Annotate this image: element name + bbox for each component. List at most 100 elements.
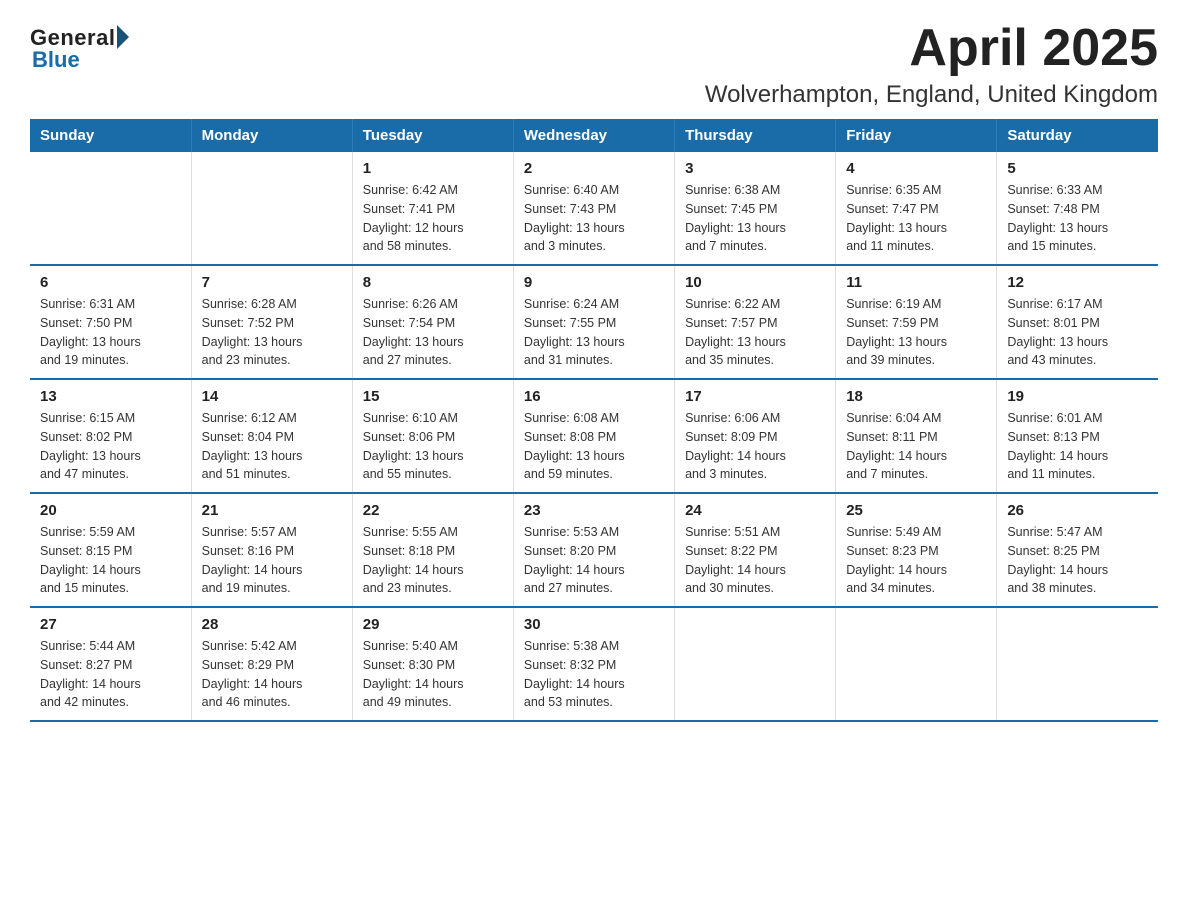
page-header: General Blue April 2025 Wolverhampton, E… — [30, 20, 1158, 109]
day-info: Sunrise: 6:42 AMSunset: 7:41 PMDaylight:… — [363, 181, 503, 256]
day-info: Sunrise: 5:40 AMSunset: 8:30 PMDaylight:… — [363, 637, 503, 712]
day-number: 8 — [363, 274, 503, 291]
day-info: Sunrise: 6:26 AMSunset: 7:54 PMDaylight:… — [363, 295, 503, 370]
calendar-day-cell: 26 Sunrise: 5:47 AMSunset: 8:25 PMDayligh… — [997, 493, 1158, 607]
calendar-day-cell — [997, 607, 1158, 721]
day-info: Sunrise: 5:53 AMSunset: 8:20 PMDaylight:… — [524, 523, 664, 598]
day-number: 28 — [202, 616, 342, 633]
page-title: April 2025 — [705, 20, 1158, 77]
calendar-week-row: 20Sunrise: 5:59 AMSunset: 8:15 PMDayligh… — [30, 493, 1158, 607]
calendar-day-cell: 7 Sunrise: 6:28 AMSunset: 7:52 PMDaylight… — [191, 265, 352, 379]
header-day-friday: Friday — [836, 119, 997, 152]
day-number: 25 — [846, 502, 986, 519]
header-day-tuesday: Tuesday — [352, 119, 513, 152]
logo: General Blue — [30, 20, 129, 73]
calendar-day-cell: 6 Sunrise: 6:31 AMSunset: 7:50 PMDaylight… — [30, 265, 191, 379]
day-info: Sunrise: 5:55 AMSunset: 8:18 PMDaylight:… — [363, 523, 503, 598]
day-info: Sunrise: 5:44 AMSunset: 8:27 PMDaylight:… — [40, 637, 181, 712]
title-block: April 2025 Wolverhampton, England, Unite… — [705, 20, 1158, 109]
day-info: Sunrise: 6:10 AMSunset: 8:06 PMDaylight:… — [363, 409, 503, 484]
calendar-day-cell: 10 Sunrise: 6:22 AMSunset: 7:57 PMDayligh… — [675, 265, 836, 379]
calendar-day-cell: 29 Sunrise: 5:40 AMSunset: 8:30 PMDayligh… — [352, 607, 513, 721]
calendar-day-cell: 3 Sunrise: 6:38 AMSunset: 7:45 PMDaylight… — [675, 152, 836, 265]
day-number: 5 — [1007, 160, 1148, 177]
day-info: Sunrise: 6:06 AMSunset: 8:09 PMDaylight:… — [685, 409, 825, 484]
day-number: 27 — [40, 616, 181, 633]
calendar-day-cell — [30, 152, 191, 265]
day-number: 16 — [524, 388, 664, 405]
calendar-day-cell — [675, 607, 836, 721]
logo-blue-text: Blue — [32, 47, 80, 73]
calendar-week-row: 27 Sunrise: 5:44 AMSunset: 8:27 PMDayligh… — [30, 607, 1158, 721]
day-info: Sunrise: 6:08 AMSunset: 8:08 PMDaylight:… — [524, 409, 664, 484]
day-info: Sunrise: 5:57 AMSunset: 8:16 PMDaylight:… — [202, 523, 342, 598]
day-info: Sunrise: 6:01 AMSunset: 8:13 PMDaylight:… — [1007, 409, 1148, 484]
day-number: 29 — [363, 616, 503, 633]
day-number: 18 — [846, 388, 986, 405]
day-number: 1 — [363, 160, 503, 177]
day-number: 4 — [846, 160, 986, 177]
calendar-day-cell: 24 Sunrise: 5:51 AMSunset: 8:22 PMDayligh… — [675, 493, 836, 607]
calendar-table: SundayMondayTuesdayWednesdayThursdayFrid… — [30, 119, 1158, 722]
day-info: Sunrise: 6:22 AMSunset: 7:57 PMDaylight:… — [685, 295, 825, 370]
calendar-day-cell: 8 Sunrise: 6:26 AMSunset: 7:54 PMDaylight… — [352, 265, 513, 379]
header-day-monday: Monday — [191, 119, 352, 152]
day-info: Sunrise: 5:42 AMSunset: 8:29 PMDaylight:… — [202, 637, 342, 712]
day-number: 30 — [524, 616, 664, 633]
calendar-day-cell: 19Sunrise: 6:01 AMSunset: 8:13 PMDayligh… — [997, 379, 1158, 493]
day-info: Sunrise: 5:49 AMSunset: 8:23 PMDaylight:… — [846, 523, 986, 598]
day-number: 14 — [202, 388, 342, 405]
calendar-day-cell: 13 Sunrise: 6:15 AMSunset: 8:02 PMDayligh… — [30, 379, 191, 493]
day-info: Sunrise: 6:24 AMSunset: 7:55 PMDaylight:… — [524, 295, 664, 370]
calendar-day-cell: 18 Sunrise: 6:04 AMSunset: 8:11 PMDayligh… — [836, 379, 997, 493]
calendar-day-cell: 11 Sunrise: 6:19 AMSunset: 7:59 PMDayligh… — [836, 265, 997, 379]
day-info: Sunrise: 6:38 AMSunset: 7:45 PMDaylight:… — [685, 181, 825, 256]
day-number: 13 — [40, 388, 181, 405]
day-number: 17 — [685, 388, 825, 405]
day-info: Sunrise: 6:15 AMSunset: 8:02 PMDaylight:… — [40, 409, 181, 484]
day-info: Sunrise: 5:47 AMSunset: 8:25 PMDaylight:… — [1007, 523, 1148, 598]
calendar-week-row: 1 Sunrise: 6:42 AMSunset: 7:41 PMDaylight… — [30, 152, 1158, 265]
calendar-day-cell: 1 Sunrise: 6:42 AMSunset: 7:41 PMDaylight… — [352, 152, 513, 265]
calendar-day-cell: 4 Sunrise: 6:35 AMSunset: 7:47 PMDaylight… — [836, 152, 997, 265]
header-day-thursday: Thursday — [675, 119, 836, 152]
calendar-day-cell: 9Sunrise: 6:24 AMSunset: 7:55 PMDaylight… — [513, 265, 674, 379]
calendar-day-cell: 15 Sunrise: 6:10 AMSunset: 8:06 PMDayligh… — [352, 379, 513, 493]
day-number: 20 — [40, 502, 181, 519]
header-day-saturday: Saturday — [997, 119, 1158, 152]
day-number: 15 — [363, 388, 503, 405]
calendar-day-cell: 22 Sunrise: 5:55 AMSunset: 8:18 PMDayligh… — [352, 493, 513, 607]
day-info: Sunrise: 6:04 AMSunset: 8:11 PMDaylight:… — [846, 409, 986, 484]
day-number: 26 — [1007, 502, 1148, 519]
day-number: 22 — [363, 502, 503, 519]
calendar-day-cell — [191, 152, 352, 265]
logo-arrow-icon — [117, 25, 129, 49]
day-number: 21 — [202, 502, 342, 519]
day-number: 3 — [685, 160, 825, 177]
day-info: Sunrise: 6:40 AMSunset: 7:43 PMDaylight:… — [524, 181, 664, 256]
day-info: Sunrise: 6:33 AMSunset: 7:48 PMDaylight:… — [1007, 181, 1148, 256]
day-number: 10 — [685, 274, 825, 291]
calendar-header-row: SundayMondayTuesdayWednesdayThursdayFrid… — [30, 119, 1158, 152]
day-number: 2 — [524, 160, 664, 177]
header-day-wednesday: Wednesday — [513, 119, 674, 152]
day-info: Sunrise: 6:12 AMSunset: 8:04 PMDaylight:… — [202, 409, 342, 484]
calendar-day-cell: 20Sunrise: 5:59 AMSunset: 8:15 PMDayligh… — [30, 493, 191, 607]
day-info: Sunrise: 6:19 AMSunset: 7:59 PMDaylight:… — [846, 295, 986, 370]
day-number: 23 — [524, 502, 664, 519]
day-number: 11 — [846, 274, 986, 291]
day-number: 6 — [40, 274, 181, 291]
calendar-week-row: 6 Sunrise: 6:31 AMSunset: 7:50 PMDaylight… — [30, 265, 1158, 379]
calendar-day-cell: 27 Sunrise: 5:44 AMSunset: 8:27 PMDayligh… — [30, 607, 191, 721]
day-number: 24 — [685, 502, 825, 519]
calendar-day-cell: 2 Sunrise: 6:40 AMSunset: 7:43 PMDaylight… — [513, 152, 674, 265]
day-info: Sunrise: 6:35 AMSunset: 7:47 PMDaylight:… — [846, 181, 986, 256]
day-info: Sunrise: 6:28 AMSunset: 7:52 PMDaylight:… — [202, 295, 342, 370]
calendar-day-cell: 25 Sunrise: 5:49 AMSunset: 8:23 PMDayligh… — [836, 493, 997, 607]
day-info: Sunrise: 6:31 AMSunset: 7:50 PMDaylight:… — [40, 295, 181, 370]
day-number: 7 — [202, 274, 342, 291]
calendar-day-cell: 12Sunrise: 6:17 AMSunset: 8:01 PMDayligh… — [997, 265, 1158, 379]
page-subtitle: Wolverhampton, England, United Kingdom — [705, 81, 1158, 109]
day-info: Sunrise: 5:51 AMSunset: 8:22 PMDaylight:… — [685, 523, 825, 598]
calendar-day-cell: 16 Sunrise: 6:08 AMSunset: 8:08 PMDayligh… — [513, 379, 674, 493]
